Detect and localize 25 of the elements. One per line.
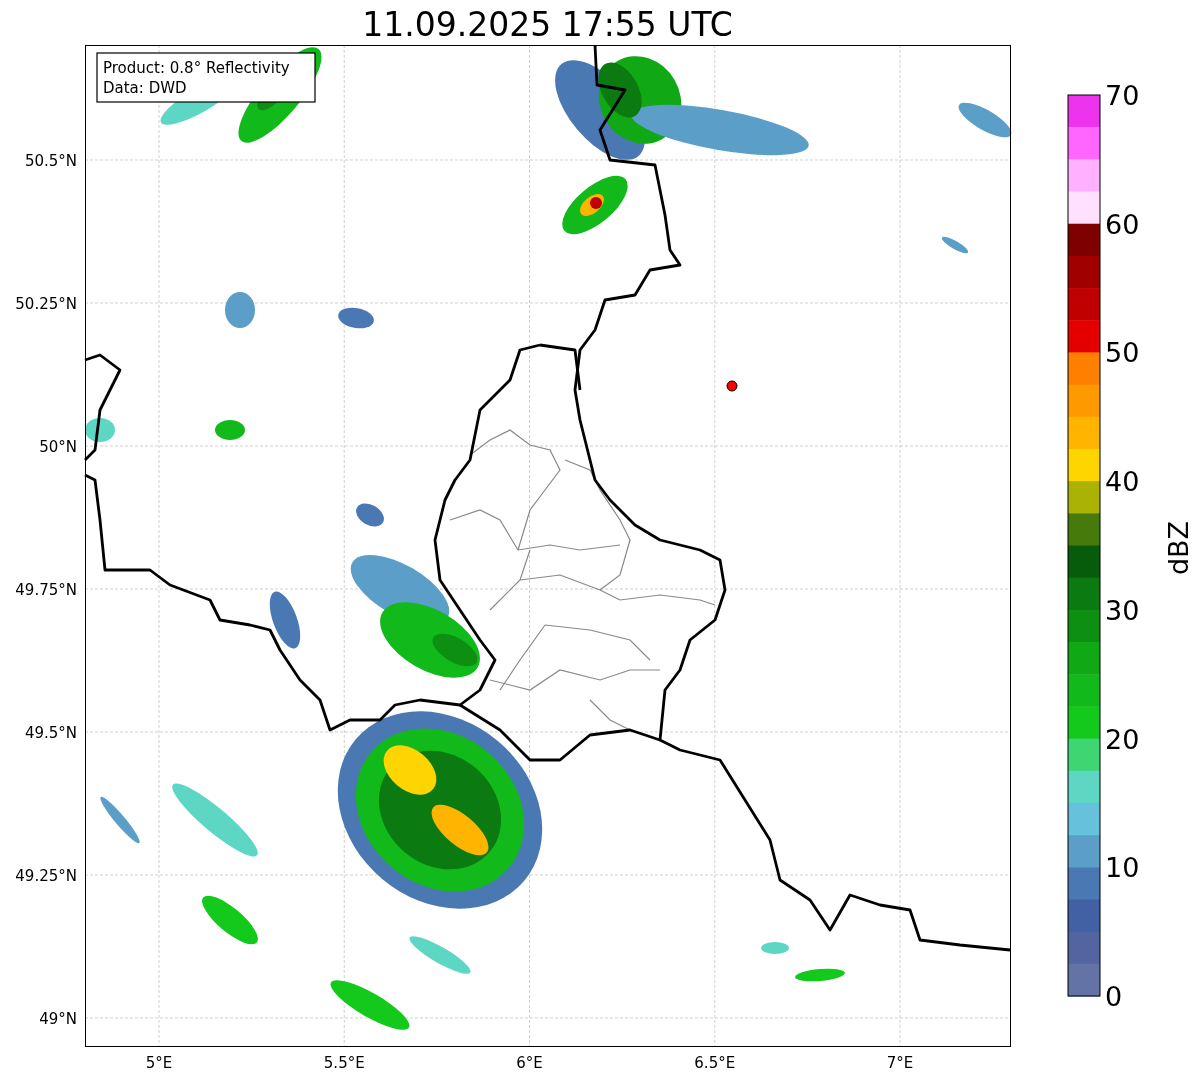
colorbar-tick-label: 0 bbox=[1105, 981, 1123, 1012]
axis-tick-label: 49.75°N bbox=[15, 581, 77, 599]
chart-title: 11.09.2025 17:55 UTC bbox=[361, 4, 734, 45]
axis-tick-label: 5.5°E bbox=[323, 1054, 365, 1072]
colorbar-tick-label: 30 bbox=[1105, 594, 1140, 626]
colorbar-tick-label: 60 bbox=[1105, 208, 1140, 240]
axis-tick-label: 49.25°N bbox=[15, 867, 77, 885]
legend-text: Data: DWD bbox=[103, 79, 187, 97]
colorbar-tick-label: 10 bbox=[1105, 852, 1140, 884]
colorbar-label: dBZ bbox=[1163, 520, 1194, 576]
axis-tick-label: 49°N bbox=[39, 1010, 77, 1028]
axis-tick-label: 49.5°N bbox=[24, 724, 77, 742]
axis-tick-label: 50.5°N bbox=[24, 152, 77, 170]
colorbar-tick-label: 40 bbox=[1105, 466, 1140, 498]
location-marker bbox=[726, 380, 738, 392]
axis-tick-label: 6.5°E bbox=[694, 1054, 736, 1072]
legend-text: Product: 0.8° Reflectivity bbox=[103, 59, 290, 77]
axis-tick-label: 5°E bbox=[145, 1054, 173, 1072]
colorbar-tick-label: 70 bbox=[1105, 80, 1140, 111]
axis-tick-label: 50°N bbox=[39, 438, 77, 456]
colorbar-tick-label: 50 bbox=[1105, 337, 1140, 369]
colorbar-tick-label: 20 bbox=[1105, 723, 1140, 755]
axis-tick-label: 7°E bbox=[886, 1054, 914, 1072]
axis-tick-label: 6°E bbox=[516, 1054, 543, 1072]
axis-tick-label: 50.25°N bbox=[15, 295, 77, 313]
